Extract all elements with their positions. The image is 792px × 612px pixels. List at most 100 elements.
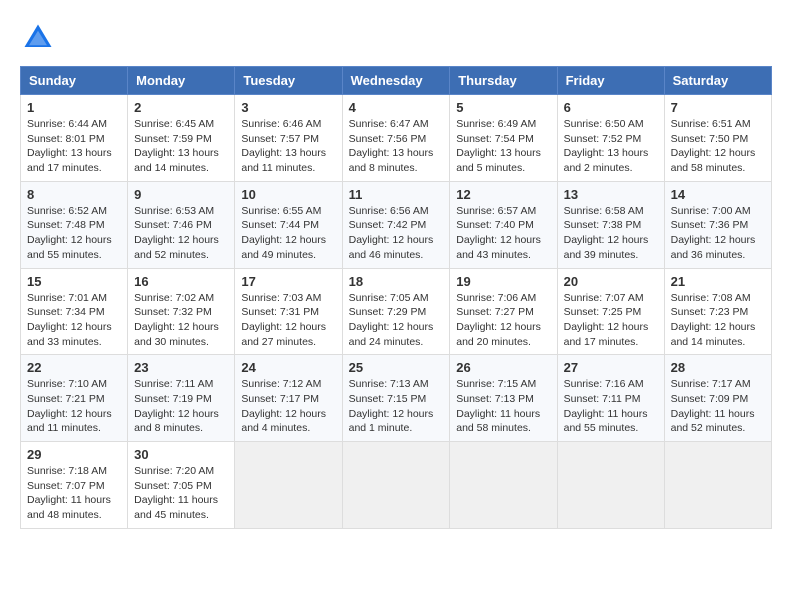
day-number: 6 — [564, 100, 658, 115]
daylight-label: Daylight: 11 hours and 58 minutes. — [456, 408, 540, 435]
daylight-label: Daylight: 12 hours and 24 minutes. — [349, 321, 434, 348]
calendar-cell: 22 Sunrise: 7:10 AM Sunset: 7:21 PM Dayl… — [21, 355, 128, 442]
calendar-week-row: 8 Sunrise: 6:52 AM Sunset: 7:48 PM Dayli… — [21, 181, 772, 268]
calendar-cell — [557, 442, 664, 529]
day-info: Sunrise: 7:00 AM Sunset: 7:36 PM Dayligh… — [671, 204, 765, 263]
sunrise-label: Sunrise: 6:57 AM — [456, 205, 536, 217]
day-number: 27 — [564, 360, 658, 375]
sunrise-label: Sunrise: 7:00 AM — [671, 205, 751, 217]
sunset-label: Sunset: 7:44 PM — [241, 219, 319, 231]
daylight-label: Daylight: 12 hours and 20 minutes. — [456, 321, 541, 348]
day-info: Sunrise: 6:56 AM Sunset: 7:42 PM Dayligh… — [349, 204, 444, 263]
day-number: 9 — [134, 187, 228, 202]
daylight-label: Daylight: 12 hours and 30 minutes. — [134, 321, 219, 348]
calendar-cell: 4 Sunrise: 6:47 AM Sunset: 7:56 PM Dayli… — [342, 95, 450, 182]
day-number: 3 — [241, 100, 335, 115]
calendar-cell: 21 Sunrise: 7:08 AM Sunset: 7:23 PM Dayl… — [664, 268, 771, 355]
day-number: 8 — [27, 187, 121, 202]
calendar-cell: 5 Sunrise: 6:49 AM Sunset: 7:54 PM Dayli… — [450, 95, 557, 182]
sunrise-label: Sunrise: 6:56 AM — [349, 205, 429, 217]
calendar-week-row: 29 Sunrise: 7:18 AM Sunset: 7:07 PM Dayl… — [21, 442, 772, 529]
day-info: Sunrise: 7:08 AM Sunset: 7:23 PM Dayligh… — [671, 291, 765, 350]
calendar-header-row: SundayMondayTuesdayWednesdayThursdayFrid… — [21, 67, 772, 95]
day-info: Sunrise: 6:58 AM Sunset: 7:38 PM Dayligh… — [564, 204, 658, 263]
sunset-label: Sunset: 7:31 PM — [241, 306, 319, 318]
calendar-cell: 19 Sunrise: 7:06 AM Sunset: 7:27 PM Dayl… — [450, 268, 557, 355]
sunrise-label: Sunrise: 7:20 AM — [134, 465, 214, 477]
daylight-label: Daylight: 13 hours and 5 minutes. — [456, 147, 541, 174]
sunrise-label: Sunrise: 7:03 AM — [241, 292, 321, 304]
sunset-label: Sunset: 7:59 PM — [134, 133, 212, 145]
day-number: 13 — [564, 187, 658, 202]
sunset-label: Sunset: 8:01 PM — [27, 133, 105, 145]
day-number: 28 — [671, 360, 765, 375]
calendar-cell: 13 Sunrise: 6:58 AM Sunset: 7:38 PM Dayl… — [557, 181, 664, 268]
calendar-cell: 30 Sunrise: 7:20 AM Sunset: 7:05 PM Dayl… — [128, 442, 235, 529]
day-number: 20 — [564, 274, 658, 289]
sunrise-label: Sunrise: 7:12 AM — [241, 378, 321, 390]
daylight-label: Daylight: 11 hours and 48 minutes. — [27, 494, 111, 521]
calendar-header-thursday: Thursday — [450, 67, 557, 95]
calendar-week-row: 15 Sunrise: 7:01 AM Sunset: 7:34 PM Dayl… — [21, 268, 772, 355]
sunset-label: Sunset: 7:52 PM — [564, 133, 642, 145]
daylight-label: Daylight: 11 hours and 52 minutes. — [671, 408, 755, 435]
sunrise-label: Sunrise: 6:47 AM — [349, 118, 429, 130]
sunrise-label: Sunrise: 7:05 AM — [349, 292, 429, 304]
sunset-label: Sunset: 7:32 PM — [134, 306, 212, 318]
calendar-header-sunday: Sunday — [21, 67, 128, 95]
sunrise-label: Sunrise: 6:55 AM — [241, 205, 321, 217]
logo — [20, 20, 62, 56]
calendar-cell: 2 Sunrise: 6:45 AM Sunset: 7:59 PM Dayli… — [128, 95, 235, 182]
sunrise-label: Sunrise: 7:16 AM — [564, 378, 644, 390]
calendar-cell: 24 Sunrise: 7:12 AM Sunset: 7:17 PM Dayl… — [235, 355, 342, 442]
sunrise-label: Sunrise: 6:49 AM — [456, 118, 536, 130]
sunrise-label: Sunrise: 6:51 AM — [671, 118, 751, 130]
sunset-label: Sunset: 7:42 PM — [349, 219, 427, 231]
daylight-label: Daylight: 12 hours and 33 minutes. — [27, 321, 112, 348]
day-info: Sunrise: 6:51 AM Sunset: 7:50 PM Dayligh… — [671, 117, 765, 176]
daylight-label: Daylight: 12 hours and 27 minutes. — [241, 321, 326, 348]
sunset-label: Sunset: 7:40 PM — [456, 219, 534, 231]
day-number: 17 — [241, 274, 335, 289]
sunset-label: Sunset: 7:56 PM — [349, 133, 427, 145]
calendar-cell: 1 Sunrise: 6:44 AM Sunset: 8:01 PM Dayli… — [21, 95, 128, 182]
sunrise-label: Sunrise: 6:53 AM — [134, 205, 214, 217]
day-info: Sunrise: 7:12 AM Sunset: 7:17 PM Dayligh… — [241, 377, 335, 436]
daylight-label: Daylight: 12 hours and 49 minutes. — [241, 234, 326, 261]
sunrise-label: Sunrise: 7:06 AM — [456, 292, 536, 304]
page-header — [20, 20, 772, 56]
calendar-cell: 29 Sunrise: 7:18 AM Sunset: 7:07 PM Dayl… — [21, 442, 128, 529]
day-info: Sunrise: 6:45 AM Sunset: 7:59 PM Dayligh… — [134, 117, 228, 176]
sunset-label: Sunset: 7:05 PM — [134, 480, 212, 492]
day-info: Sunrise: 6:50 AM Sunset: 7:52 PM Dayligh… — [564, 117, 658, 176]
sunset-label: Sunset: 7:50 PM — [671, 133, 749, 145]
sunrise-label: Sunrise: 6:52 AM — [27, 205, 107, 217]
day-info: Sunrise: 7:16 AM Sunset: 7:11 PM Dayligh… — [564, 377, 658, 436]
day-info: Sunrise: 6:53 AM Sunset: 7:46 PM Dayligh… — [134, 204, 228, 263]
sunset-label: Sunset: 7:17 PM — [241, 393, 319, 405]
calendar-header-tuesday: Tuesday — [235, 67, 342, 95]
sunrise-label: Sunrise: 7:01 AM — [27, 292, 107, 304]
calendar-cell: 15 Sunrise: 7:01 AM Sunset: 7:34 PM Dayl… — [21, 268, 128, 355]
day-info: Sunrise: 6:46 AM Sunset: 7:57 PM Dayligh… — [241, 117, 335, 176]
day-info: Sunrise: 7:13 AM Sunset: 7:15 PM Dayligh… — [349, 377, 444, 436]
daylight-label: Daylight: 11 hours and 55 minutes. — [564, 408, 648, 435]
calendar-cell — [664, 442, 771, 529]
day-number: 7 — [671, 100, 765, 115]
daylight-label: Daylight: 12 hours and 1 minute. — [349, 408, 434, 435]
daylight-label: Daylight: 12 hours and 39 minutes. — [564, 234, 649, 261]
day-number: 26 — [456, 360, 550, 375]
daylight-label: Daylight: 13 hours and 14 minutes. — [134, 147, 219, 174]
calendar-header-monday: Monday — [128, 67, 235, 95]
sunset-label: Sunset: 7:46 PM — [134, 219, 212, 231]
sunrise-label: Sunrise: 6:46 AM — [241, 118, 321, 130]
day-info: Sunrise: 7:11 AM Sunset: 7:19 PM Dayligh… — [134, 377, 228, 436]
calendar-cell: 25 Sunrise: 7:13 AM Sunset: 7:15 PM Dayl… — [342, 355, 450, 442]
day-number: 15 — [27, 274, 121, 289]
sunrise-label: Sunrise: 6:50 AM — [564, 118, 644, 130]
day-info: Sunrise: 6:49 AM Sunset: 7:54 PM Dayligh… — [456, 117, 550, 176]
calendar-header-saturday: Saturday — [664, 67, 771, 95]
daylight-label: Daylight: 12 hours and 55 minutes. — [27, 234, 112, 261]
sunset-label: Sunset: 7:07 PM — [27, 480, 105, 492]
daylight-label: Daylight: 12 hours and 11 minutes. — [27, 408, 112, 435]
